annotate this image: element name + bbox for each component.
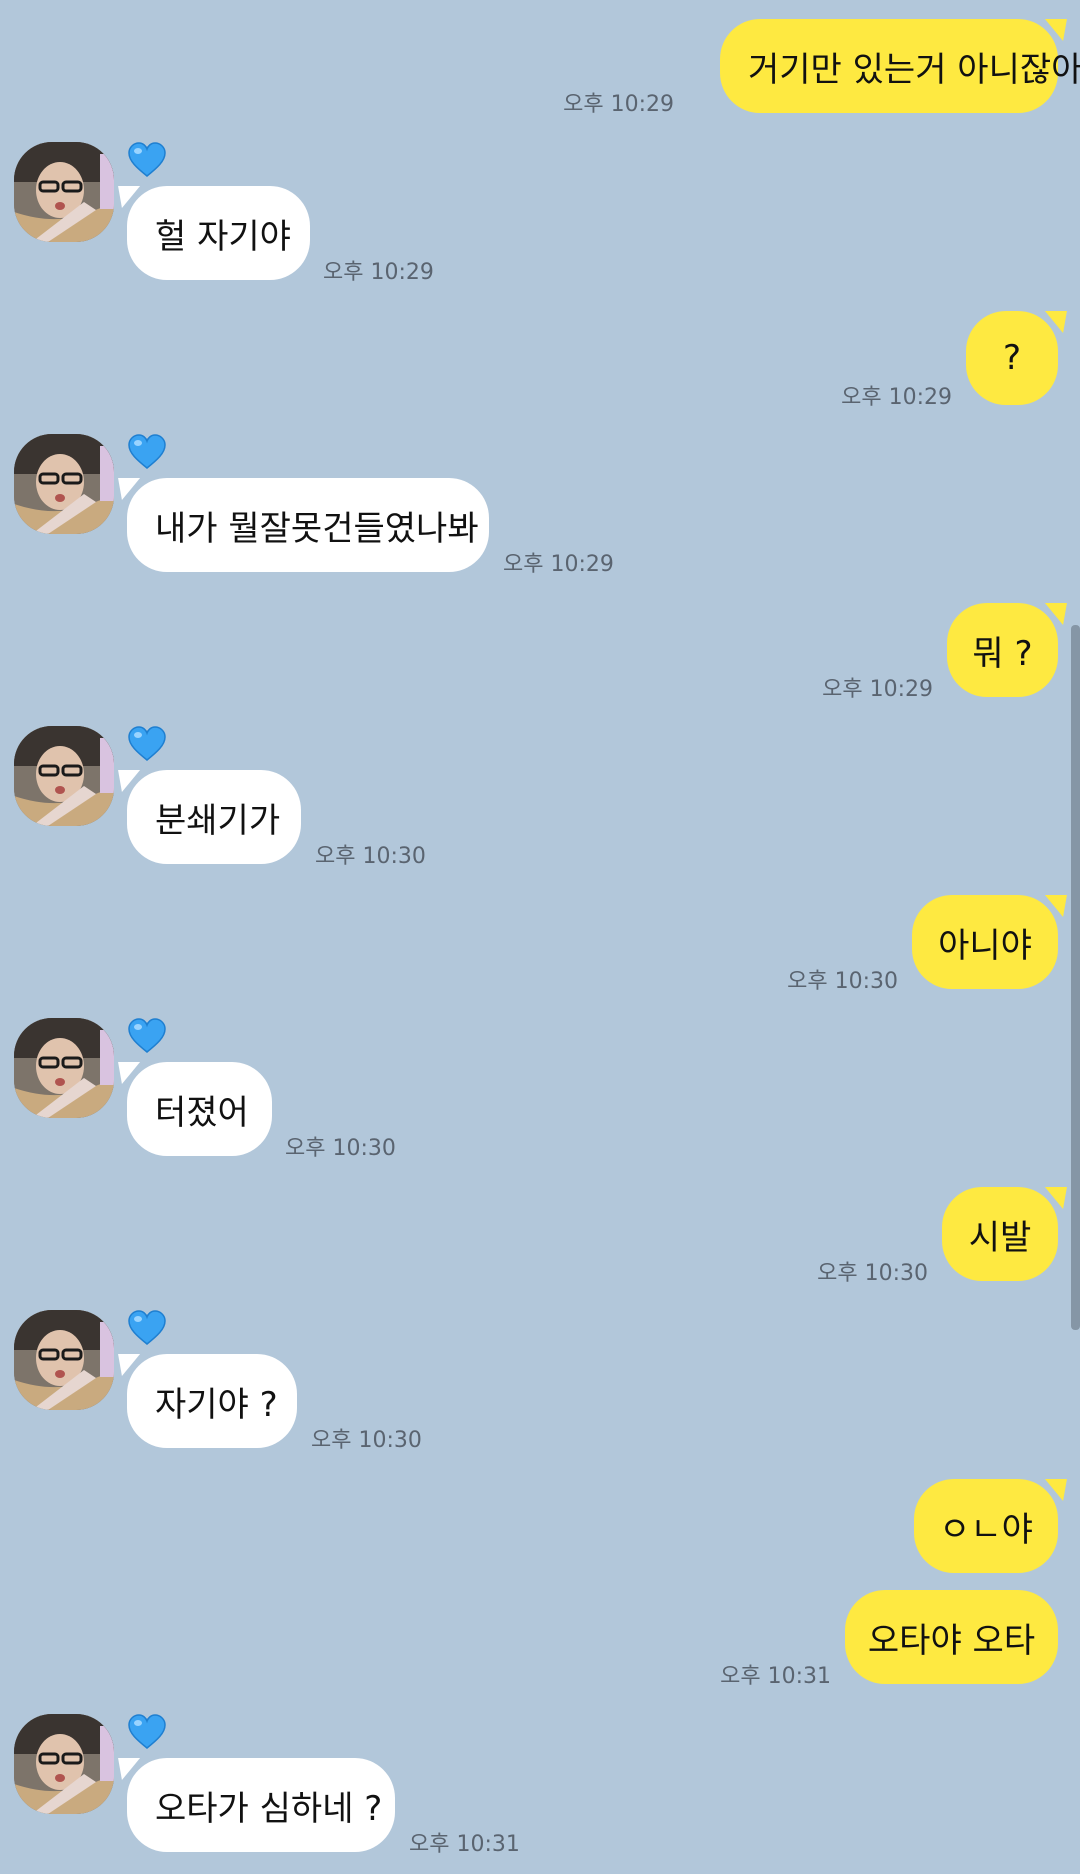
outgoing-message-bubble[interactable]: ? [966, 311, 1058, 405]
chat-area[interactable]: 거기만 있는거 아니잖아 오후 10:29 헐 자기야 오후 10:29 ? 오… [0, 0, 1080, 1874]
message-text: ㅇㄴ야 [939, 1509, 1033, 1550]
message-text: 오타가 심하네 ? [155, 1788, 383, 1829]
contact-avatar[interactable] [14, 1714, 114, 1814]
outgoing-message-bubble[interactable]: 오타야 오타 [845, 1590, 1058, 1684]
outgoing-message-bubble[interactable]: ㅇㄴ야 [914, 1479, 1058, 1573]
message-text: 오타야 오타 [867, 1620, 1036, 1661]
message-timestamp: 오후 10:30 [817, 1261, 928, 1286]
message-timestamp: 오후 10:29 [503, 552, 614, 577]
message-timestamp: 오후 10:29 [323, 260, 434, 285]
message-timestamp: 오후 10:30 [787, 969, 898, 994]
message-text: 터졌어 [155, 1092, 249, 1133]
message-text: 분쇄기가 [155, 800, 281, 841]
message-timestamp: 오후 10:30 [311, 1428, 422, 1453]
message-timestamp: 오후 10:31 [720, 1664, 831, 1689]
incoming-message-bubble[interactable]: 오타가 심하네 ? [127, 1758, 395, 1852]
blue-heart-icon [128, 1714, 166, 1749]
scrollbar-thumb[interactable] [1071, 625, 1080, 1330]
blue-heart-icon [128, 434, 166, 469]
blue-heart-icon [128, 726, 166, 761]
message-text: 거기만 있는거 아니잖아 [748, 49, 1080, 90]
incoming-message-bubble[interactable]: 분쇄기가 [127, 770, 301, 864]
message-text: 자기야 ? [155, 1384, 278, 1425]
blue-heart-icon [128, 142, 166, 177]
incoming-message-bubble[interactable]: 헐 자기야 [127, 186, 310, 280]
message-timestamp: 오후 10:29 [822, 677, 933, 702]
message-timestamp: 오후 10:30 [285, 1136, 396, 1161]
contact-avatar[interactable] [14, 434, 114, 534]
outgoing-message-bubble[interactable]: 거기만 있는거 아니잖아 [720, 19, 1080, 113]
contact-avatar[interactable] [14, 1018, 114, 1118]
message-text: ? [1002, 338, 1022, 378]
incoming-message-bubble[interactable]: 터졌어 [127, 1062, 272, 1156]
blue-heart-icon [128, 1018, 166, 1053]
message-text: 뭐 ? [972, 633, 1033, 674]
incoming-message-bubble[interactable]: 내가 뭘잘못건들였나봐 [127, 478, 489, 572]
message-timestamp: 오후 10:30 [315, 844, 426, 869]
blue-heart-icon [128, 1310, 166, 1345]
message-timestamp: 오후 10:31 [409, 1832, 520, 1857]
message-text: 시발 [968, 1217, 1032, 1258]
contact-avatar[interactable] [14, 1310, 114, 1410]
message-text: 아니야 [938, 925, 1032, 966]
message-text: 내가 뭘잘못건들였나봐 [155, 508, 479, 549]
contact-avatar[interactable] [14, 142, 114, 242]
outgoing-message-bubble[interactable]: 뭐 ? [947, 603, 1058, 697]
contact-avatar[interactable] [14, 726, 114, 826]
outgoing-message-bubble[interactable]: 시발 [942, 1187, 1058, 1281]
message-timestamp: 오후 10:29 [563, 92, 674, 117]
message-timestamp: 오후 10:29 [841, 385, 952, 410]
incoming-message-bubble[interactable]: 자기야 ? [127, 1354, 297, 1448]
message-text: 헐 자기야 [155, 216, 291, 257]
outgoing-message-bubble[interactable]: 아니야 [912, 895, 1058, 989]
